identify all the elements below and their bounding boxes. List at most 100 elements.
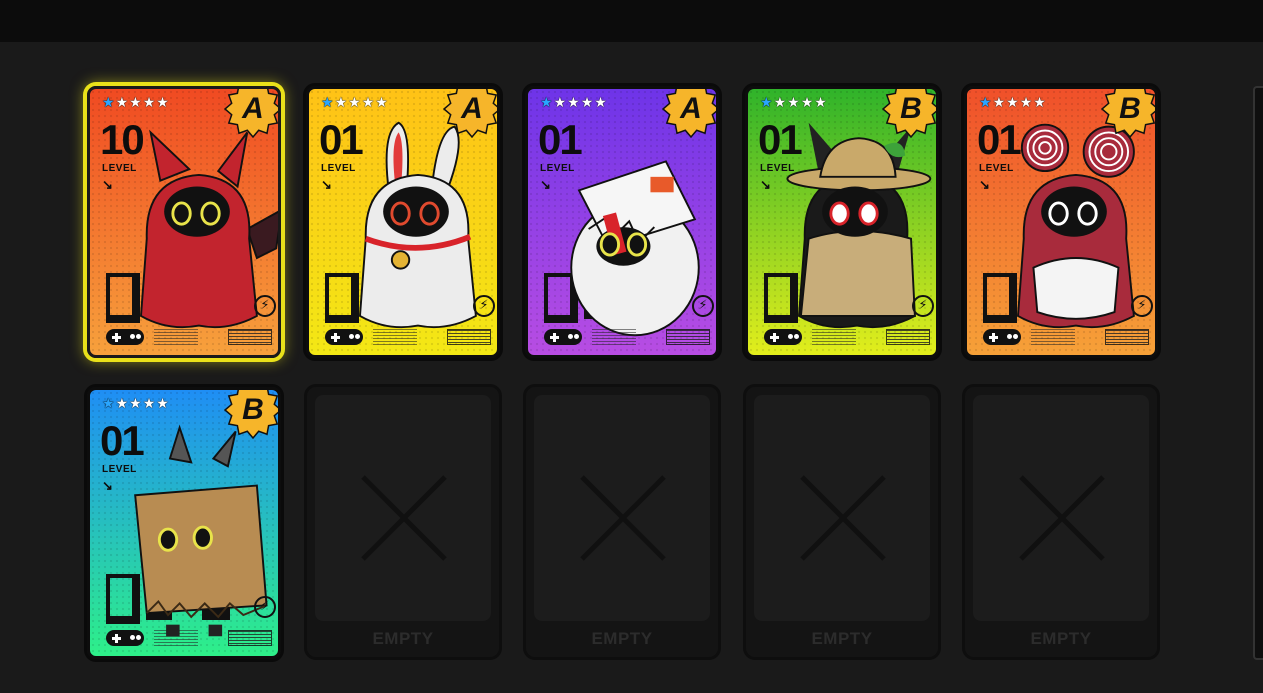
star-icon: ★ — [1033, 95, 1046, 111]
star-icon: ★ — [375, 95, 388, 111]
grade-badge: B — [224, 390, 278, 439]
star-icon: ★ — [156, 396, 169, 412]
star-icon: ★ — [773, 95, 787, 111]
level-label: LEVEL — [979, 163, 1014, 174]
bangboo-card[interactable]: ★ ★ ★ ★ ★ 01 LEVEL ↘ B ⚡ — [964, 86, 1158, 358]
fine-print — [812, 329, 856, 345]
level-number: 01 — [538, 116, 583, 163]
star-icon: ★ — [553, 95, 567, 111]
level-label: LEVEL — [321, 163, 356, 174]
empty-slot[interactable]: EMPTY — [523, 384, 721, 660]
label-tag — [447, 329, 491, 345]
rank-stars: ★ ★ ★ ★ ★ — [102, 96, 169, 110]
lightning-icon: ⚡ — [473, 295, 495, 317]
level-number: 01 — [319, 116, 364, 163]
scrollbar[interactable] — [1253, 86, 1263, 660]
star-icon: ★ — [594, 95, 607, 111]
fine-print — [592, 329, 636, 345]
empty-slot-label: EMPTY — [372, 629, 434, 648]
rank-stars: ★ ★ ★ ★ ★ — [321, 96, 388, 110]
star-icon: ★ — [992, 95, 1006, 111]
empty-x-icon — [1019, 475, 1105, 561]
bangboo-card[interactable]: ★ ★ ★ ★ ★ 01 LEVEL ↘ A ⚡ — [306, 86, 500, 358]
star-icon: ★ — [115, 396, 129, 412]
bangboo-card[interactable]: ★ ★ ★ ★ ★ 10 LEVEL ↘ A ⚡ — [87, 86, 281, 358]
level-label: LEVEL — [760, 163, 795, 174]
lightning-icon: ⚡ — [254, 596, 276, 618]
rank-stars: ★ ★ ★ ★ ★ — [102, 397, 169, 411]
bangboo-card[interactable]: ★ ★ ★ ★ ★ 01 LEVEL ↘ A ⚡ — [525, 86, 719, 358]
grade-letter: A — [242, 92, 264, 125]
fine-print — [373, 329, 417, 345]
fine-print — [1031, 329, 1075, 345]
lightning-icon: ⚡ — [1131, 295, 1153, 317]
bangboo-grid: ★ ★ ★ ★ ★ 10 LEVEL ↘ A ⚡ ★ ★ ★ ★ ★ 01 LEVEL ↘ A ⚡ ★ ★ ★ ★ ★ 01 LEV… — [0, 0, 1263, 693]
label-tag — [228, 630, 272, 646]
star-icon: ★ — [1006, 95, 1019, 111]
label-tag — [1105, 329, 1149, 345]
arrow-icon: ↘ — [321, 177, 332, 192]
label-tag — [666, 329, 710, 345]
level-number: 01 — [758, 116, 803, 163]
star-icon: ★ — [567, 95, 580, 111]
grade-badge: A — [224, 89, 278, 138]
bangboo-card[interactable]: ★ ★ ★ ★ ★ 01 LEVEL ↘ B ⚡ — [87, 387, 281, 659]
level-label: LEVEL — [102, 464, 137, 475]
empty-slot-label: EMPTY — [811, 629, 873, 648]
star-icon: ★ — [142, 95, 156, 111]
grade-letter: B — [1119, 92, 1141, 125]
lightning-icon: ⚡ — [912, 295, 934, 317]
star-icon: ★ — [760, 95, 773, 111]
level-number: 01 — [977, 116, 1022, 163]
star-icon: ★ — [129, 396, 142, 412]
gamepad-icon — [325, 329, 363, 345]
lightning-icon: ⚡ — [692, 295, 714, 317]
label-tag — [228, 329, 272, 345]
arrow-icon: ↘ — [540, 177, 551, 192]
star-icon: ★ — [115, 95, 129, 111]
rank-stars: ★ ★ ★ ★ ★ — [979, 96, 1046, 110]
star-icon: ★ — [102, 95, 115, 111]
star-icon: ★ — [129, 95, 142, 111]
star-icon: ★ — [334, 95, 348, 111]
grade-letter: B — [900, 92, 922, 125]
grade-badge: B — [1101, 89, 1155, 138]
empty-slot-label: EMPTY — [1030, 629, 1092, 648]
star-icon: ★ — [156, 95, 169, 111]
grade-badge: B — [882, 89, 936, 138]
bangboo-card[interactable]: ★ ★ ★ ★ ★ 01 LEVEL ↘ B ⚡ — [745, 86, 939, 358]
empty-slot[interactable]: EMPTY — [962, 384, 1160, 660]
gamepad-icon — [544, 329, 582, 345]
level-number: 01 — [100, 417, 145, 464]
star-icon: ★ — [540, 95, 553, 111]
star-icon: ★ — [1019, 95, 1033, 111]
label-tag — [886, 329, 930, 345]
grade-badge: A — [662, 89, 716, 138]
arrow-icon: ↘ — [979, 177, 990, 192]
star-icon: ★ — [102, 396, 115, 412]
empty-slot[interactable]: EMPTY — [304, 384, 502, 660]
grade-badge: A — [443, 89, 497, 138]
star-icon: ★ — [787, 95, 800, 111]
level-number: 10 — [100, 116, 145, 163]
gamepad-icon — [106, 630, 144, 646]
arrow-icon: ↘ — [760, 177, 771, 192]
empty-x-icon — [580, 475, 666, 561]
gamepad-icon — [764, 329, 802, 345]
empty-x-icon — [361, 475, 447, 561]
star-icon: ★ — [321, 95, 334, 111]
grade-letter: A — [461, 92, 483, 125]
star-icon: ★ — [979, 95, 992, 111]
arrow-icon: ↘ — [102, 478, 113, 493]
fine-print — [154, 630, 198, 646]
gamepad-icon — [983, 329, 1021, 345]
empty-slot[interactable]: EMPTY — [743, 384, 941, 660]
star-icon: ★ — [142, 396, 156, 412]
grade-letter: B — [242, 393, 264, 426]
empty-x-icon — [800, 475, 886, 561]
arrow-icon: ↘ — [102, 177, 113, 192]
grade-letter: A — [680, 92, 702, 125]
star-icon: ★ — [814, 95, 827, 111]
level-label: LEVEL — [102, 163, 137, 174]
gamepad-icon — [106, 329, 144, 345]
